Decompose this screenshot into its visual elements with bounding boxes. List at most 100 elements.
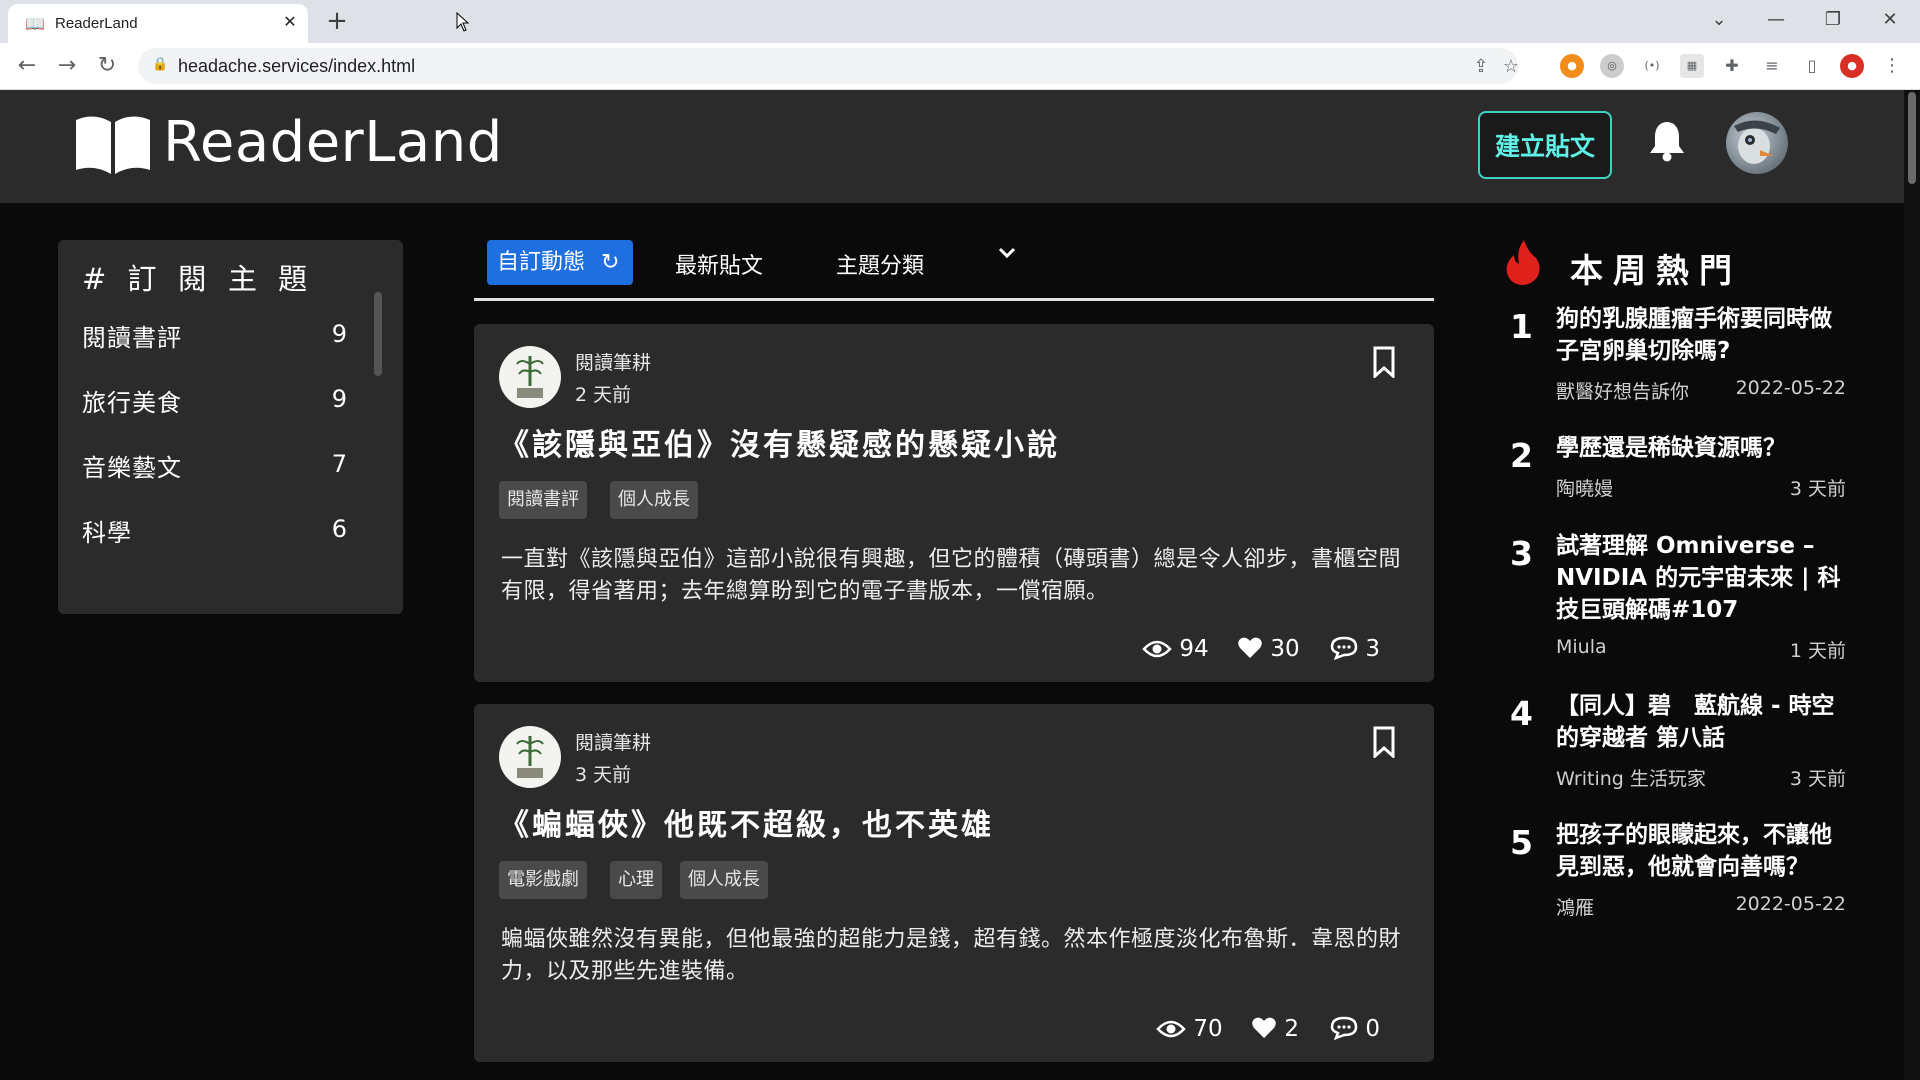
mouse-cursor-icon	[456, 12, 470, 32]
eye-icon	[1156, 1020, 1186, 1038]
url-text: headache.services/index.html	[178, 56, 416, 76]
reload-icon[interactable]: ↻	[92, 51, 122, 81]
hot-post-author[interactable]: Miula	[1556, 636, 1607, 658]
post-tag[interactable]: 電影戲劇	[499, 861, 587, 899]
browser-toolbar: ← → ↻ 🔒 headache.services/index.html ⇪ ☆…	[0, 43, 1920, 90]
hot-post-author[interactable]: 鴻雁	[1556, 893, 1594, 920]
hot-post-date: 2022-05-22	[1735, 377, 1846, 399]
post-title[interactable]: 《該隱與亞伯》沒有懸疑感的懸疑小說	[499, 420, 1060, 464]
comment-icon[interactable]	[1330, 1016, 1358, 1041]
like-count[interactable]: 2	[1251, 1016, 1299, 1042]
post-author[interactable]: 閱讀筆耕	[575, 728, 651, 755]
post-excerpt: 蝙蝠俠雖然沒有異能，但他最強的超能力是錢，超有錢。然本作極度淡化布魯斯．韋恩的財…	[501, 927, 1402, 984]
new-tab-icon[interactable]: +	[322, 7, 352, 35]
subscribed-topics-panel: # 訂 閱 主 題 閱讀書評 9 旅行美食 9 音樂藝文 7 科學 6	[58, 240, 403, 614]
reading-list-icon[interactable]: ≡	[1760, 54, 1784, 78]
close-tab-icon[interactable]: ✕	[280, 12, 300, 32]
user-avatar[interactable]	[1726, 112, 1788, 174]
extension-icon-2[interactable]: ◎	[1600, 54, 1624, 78]
hot-post-date: 3 天前	[1789, 768, 1846, 790]
tab-subscribed-label: 自訂動態	[497, 250, 586, 275]
back-icon[interactable]: ←	[12, 51, 42, 81]
heart-icon[interactable]	[1251, 1016, 1277, 1040]
author-avatar[interactable]	[499, 726, 561, 788]
post-tag[interactable]: 心理	[610, 861, 662, 899]
like-count[interactable]: 30	[1237, 636, 1300, 662]
sidebar-item-music-art[interactable]: 音樂藝文 7	[82, 448, 347, 492]
browser-tab[interactable]: 📖 ReaderLand ✕	[8, 4, 308, 43]
hot-post-date: 1 天前	[1789, 640, 1846, 662]
menu-kebab-icon[interactable]: ⋮	[1880, 54, 1904, 78]
sidebar-item-book-review[interactable]: 閱讀書評 9	[82, 318, 347, 362]
profile-icon[interactable]: ●	[1840, 54, 1864, 78]
extension-icon-3[interactable]: (•)	[1640, 54, 1664, 78]
hot-post-title[interactable]: 學歷還是稀缺資源嗎？	[1556, 432, 1846, 464]
hot-post-date: 2022-05-22	[1735, 893, 1846, 915]
hot-this-week-title: 本周熱門	[1570, 251, 1742, 290]
post-title[interactable]: 《蝙蝠俠》他既不超級，也不英雄	[499, 800, 994, 844]
feed-tabs: 自訂動態 ↻ 最新貼文 主題分類	[474, 238, 1434, 301]
sidebar-scrollbar[interactable]	[374, 292, 382, 376]
bookmark-icon[interactable]	[1372, 726, 1396, 758]
sidebar-item-count: 6	[331, 515, 347, 543]
bookmark-icon[interactable]	[1372, 346, 1396, 378]
view-count: 70	[1156, 1016, 1223, 1042]
hot-post-author[interactable]: Writing 生活玩家	[1556, 764, 1706, 791]
hot-rank: 1	[1510, 307, 1533, 346]
site-logo[interactable]: ReaderLand	[163, 110, 503, 175]
sidebar-item-label: 閱讀書評	[82, 324, 182, 352]
comment-count[interactable]: 3	[1330, 636, 1380, 662]
side-panel-icon[interactable]: ▯	[1800, 54, 1824, 78]
hot-rank: 2	[1510, 436, 1533, 475]
hot-post-title[interactable]: 試著理解 Omniverse – NVIDIA 的元宇宙未來 | 科技巨頭解碼#…	[1556, 530, 1846, 626]
hot-post-author[interactable]: 獸醫好想告訴你	[1556, 377, 1689, 404]
post-card[interactable]: 閱讀筆耕 3 天前 《蝙蝠俠》他既不超級，也不英雄 電影戲劇 心理 個人成長 蝙…	[474, 704, 1434, 1062]
post-tag[interactable]: 閱讀書評	[499, 481, 587, 519]
page-scrollbar-thumb[interactable]	[1908, 92, 1916, 184]
post-author[interactable]: 閱讀筆耕	[575, 348, 651, 375]
hot-post-title[interactable]: 狗的乳腺腫瘤手術要同時做子宮卵巢切除嗎?	[1556, 303, 1846, 367]
flame-icon	[1506, 240, 1540, 285]
star-icon[interactable]: ☆	[1500, 56, 1522, 78]
heart-icon[interactable]	[1237, 636, 1263, 660]
window-close-icon[interactable]: ✕	[1874, 6, 1906, 34]
share-icon[interactable]: ⇪	[1470, 56, 1492, 78]
puzzle-icon[interactable]: ✚	[1720, 54, 1744, 78]
tab-subscribed-feed[interactable]: 自訂動態 ↻	[487, 240, 633, 285]
comment-count-value: 0	[1365, 1016, 1380, 1042]
hot-rank: 4	[1510, 694, 1533, 733]
comment-count[interactable]: 0	[1330, 1016, 1380, 1042]
book-icon	[76, 116, 150, 174]
extension-icon-1[interactable]: ●	[1560, 54, 1584, 78]
lock-icon: 🔒	[152, 57, 169, 72]
create-post-button[interactable]: 建立貼文	[1478, 111, 1612, 179]
sidebar-item-count: 9	[331, 320, 347, 348]
tab-latest-posts[interactable]: 最新貼文	[675, 248, 763, 280]
sidebar-item-count: 7	[331, 450, 347, 478]
sidebar-item-label: 旅行美食	[82, 389, 182, 417]
forward-icon[interactable]: →	[52, 51, 82, 81]
comment-icon[interactable]	[1330, 636, 1358, 661]
extension-icon-4[interactable]: ▦	[1680, 54, 1704, 78]
tab-topic-category[interactable]: 主題分類	[836, 248, 924, 280]
site-header: ReaderLand 建立貼文	[0, 90, 1904, 203]
view-count-value: 94	[1179, 636, 1209, 662]
post-tag[interactable]: 個人成長	[610, 481, 698, 519]
tab-search-icon[interactable]: ⌄	[1703, 6, 1735, 34]
address-bar[interactable]: 🔒 headache.services/index.html ⇪ ☆	[138, 48, 1519, 84]
sidebar-item-science[interactable]: 科學 6	[82, 513, 347, 557]
minimize-icon[interactable]: —	[1760, 6, 1792, 34]
hot-post-title[interactable]: 把孩子的眼矇起來，不讓他見到惡，他就會向善嗎？	[1556, 819, 1846, 883]
refresh-icon[interactable]: ↻	[601, 240, 619, 285]
post-tag[interactable]: 個人成長	[680, 861, 768, 899]
hot-post-author[interactable]: 陶曉嫚	[1556, 474, 1613, 501]
bell-icon[interactable]	[1648, 120, 1686, 162]
chevron-down-icon[interactable]	[998, 246, 1016, 260]
author-avatar[interactable]	[499, 346, 561, 408]
sidebar-item-travel-food[interactable]: 旅行美食 9	[82, 383, 347, 427]
page-scrollbar[interactable]	[1904, 90, 1920, 1080]
restore-icon[interactable]: ❐	[1817, 6, 1849, 34]
post-card[interactable]: 閱讀筆耕 2 天前 《該隱與亞伯》沒有懸疑感的懸疑小說 閱讀書評 個人成長 一直…	[474, 324, 1434, 682]
hot-post-title[interactable]: 【同人】碧 藍航線 - 時空的穿越者 第八話	[1556, 690, 1846, 754]
eye-icon	[1142, 640, 1172, 658]
